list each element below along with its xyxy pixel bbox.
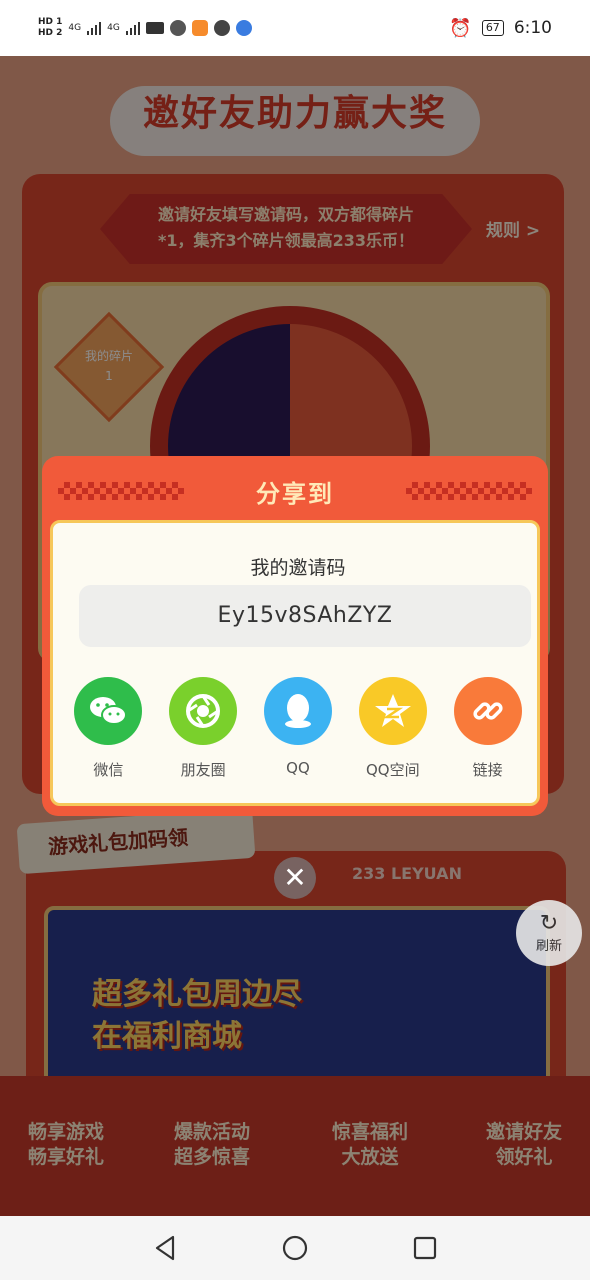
network-type-1: 4G (68, 23, 82, 33)
share-moments-label: 朋友圈 (180, 761, 226, 779)
share-wechat-button[interactable]: 微信 (63, 677, 153, 780)
battery-icon: 67 (481, 20, 504, 36)
sim-indicator: HD 1 HD 2 (38, 17, 62, 39)
qzone-icon (358, 677, 427, 745)
sim2-label: HD 2 (38, 28, 63, 38)
app-notify-icon (191, 20, 208, 36)
recents-button[interactable] (400, 1223, 450, 1273)
refresh-label: 刷新 (535, 938, 562, 954)
recents-square-icon (413, 1236, 437, 1260)
clock: 6:10 (513, 18, 552, 38)
qq-icon (263, 677, 332, 745)
network-type-2: 4G (107, 23, 120, 33)
status-bar: HD 1 HD 2 4G 4G ⏰ 67 6:10 (0, 0, 590, 56)
share-wechat-label: 微信 (93, 761, 124, 779)
invite-code-label: 我的邀请码 (250, 557, 346, 579)
share-dialog: 分享到 我的邀请码 Ey15v8SAhZYZ 微信 朋友圈 QQ QQ空间 链接 (42, 456, 548, 816)
home-button[interactable] (270, 1223, 320, 1273)
share-qq-button[interactable]: QQ (253, 677, 343, 780)
moments-icon (169, 677, 238, 745)
music-notify-icon (235, 20, 252, 36)
system-nav-bar (0, 1216, 590, 1280)
close-icon[interactable]: ✕ (274, 857, 316, 899)
home-circle-icon (282, 1235, 308, 1261)
refresh-icon: ↻ (539, 910, 559, 936)
share-link-button[interactable]: 链接 (443, 677, 533, 780)
share-dialog-title: 分享到 (256, 480, 334, 508)
status-left: HD 1 HD 2 4G 4G (38, 17, 252, 39)
share-dialog-body: 我的邀请码 Ey15v8SAhZYZ 微信 朋友圈 QQ QQ空间 链接 (50, 520, 540, 806)
signal-icon-2 (125, 21, 140, 35)
link-icon (453, 677, 522, 745)
share-qzone-button[interactable]: QQ空间 (348, 677, 438, 780)
wechat-notify-icon (169, 20, 186, 36)
share-qzone-label: QQ空间 (365, 761, 420, 779)
alarm-icon: ⏰ (449, 17, 472, 39)
back-button[interactable] (140, 1223, 190, 1273)
sim1-label: HD 1 (38, 17, 63, 27)
status-right: ⏰ 67 6:10 (449, 18, 552, 39)
refresh-button[interactable]: ↻ 刷新 (516, 900, 582, 966)
invite-code-field[interactable]: Ey15v8SAhZYZ (79, 585, 531, 647)
share-moments-button[interactable]: 朋友圈 (158, 677, 248, 780)
share-link-label: 链接 (472, 761, 503, 779)
share-targets: 微信 朋友圈 QQ QQ空间 链接 (53, 677, 543, 780)
share-qq-label: QQ (286, 759, 310, 777)
wechat-icon (74, 677, 143, 745)
back-triangle-icon (155, 1235, 175, 1261)
video-icon (145, 22, 164, 34)
browser-notify-icon (213, 20, 230, 36)
signal-icon (87, 21, 102, 35)
